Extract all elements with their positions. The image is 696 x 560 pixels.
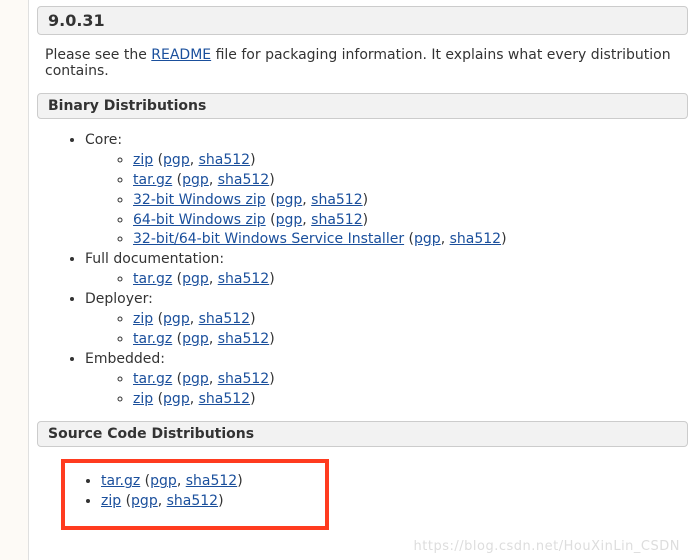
list-item: 32-bit/64-bit Windows Service Installer … xyxy=(133,230,680,249)
source-distributions-heading: Source Code Distributions xyxy=(37,421,688,447)
sha512-link[interactable]: sha512 xyxy=(311,212,362,228)
watermark-text: https://blog.csdn.net/HouXinLin_CSDN xyxy=(414,539,680,554)
sha512-link[interactable]: sha512 xyxy=(311,192,362,208)
pgp-link[interactable]: pgp xyxy=(163,152,190,168)
highlighted-source-box: tar.gz (pgp, sha512) zip (pgp, sha512) xyxy=(61,459,329,530)
list-item: Embedded: tar.gz (pgp, sha512) zip (pgp,… xyxy=(85,350,680,409)
sha512-link[interactable]: sha512 xyxy=(218,371,269,387)
pgp-link[interactable]: pgp xyxy=(276,212,303,228)
list-item: tar.gz (pgp, sha512) xyxy=(101,472,321,491)
download-targz-link[interactable]: tar.gz xyxy=(101,473,140,489)
core-label: Core: xyxy=(85,132,122,148)
download-installer-link[interactable]: 32-bit/64-bit Windows Service Installer xyxy=(133,231,404,247)
download-zip-link[interactable]: zip xyxy=(101,493,121,509)
list-item: tar.gz (pgp, sha512) xyxy=(133,330,680,349)
pgp-link[interactable]: pgp xyxy=(163,311,190,327)
download-zip-link[interactable]: zip xyxy=(133,391,153,407)
binary-distributions-heading: Binary Distributions xyxy=(37,93,688,119)
sha512-link[interactable]: sha512 xyxy=(218,331,269,347)
download-zip-link[interactable]: zip xyxy=(133,311,153,327)
list-item: zip (pgp, sha512) xyxy=(133,310,680,329)
list-item: zip (pgp, sha512) xyxy=(133,151,680,170)
pgp-link[interactable]: pgp xyxy=(182,331,209,347)
embedded-label: Embedded: xyxy=(85,351,165,367)
sha512-link[interactable]: sha512 xyxy=(450,231,501,247)
version-heading: 9.0.31 xyxy=(37,6,688,35)
deployer-label: Deployer: xyxy=(85,291,153,307)
intro-paragraph: Please see the README file for packaging… xyxy=(29,47,696,93)
download-targz-link[interactable]: tar.gz xyxy=(133,331,172,347)
full-doc-label: Full documentation: xyxy=(85,251,224,267)
download-zip-link[interactable]: zip xyxy=(133,152,153,168)
sha512-link[interactable]: sha512 xyxy=(199,152,250,168)
list-item: Core: zip (pgp, sha512) tar.gz (pgp, sha… xyxy=(85,131,680,249)
list-item: tar.gz (pgp, sha512) xyxy=(133,270,680,289)
sha512-link[interactable]: sha512 xyxy=(199,391,250,407)
list-item: tar.gz (pgp, sha512) xyxy=(133,171,680,190)
download-targz-link[interactable]: tar.gz xyxy=(133,271,172,287)
pgp-link[interactable]: pgp xyxy=(414,231,441,247)
readme-link[interactable]: README xyxy=(151,47,211,63)
pgp-link[interactable]: pgp xyxy=(182,172,209,188)
pgp-link[interactable]: pgp xyxy=(182,371,209,387)
list-item: 64-bit Windows zip (pgp, sha512) xyxy=(133,211,680,230)
list-item: zip (pgp, sha512) xyxy=(133,390,680,409)
pgp-link[interactable]: pgp xyxy=(276,192,303,208)
list-item: 32-bit Windows zip (pgp, sha512) xyxy=(133,191,680,210)
list-item: Deployer: zip (pgp, sha512) tar.gz (pgp,… xyxy=(85,290,680,349)
binary-distributions-list: Core: zip (pgp, sha512) tar.gz (pgp, sha… xyxy=(29,131,696,421)
sha512-link[interactable]: sha512 xyxy=(218,271,269,287)
download-targz-link[interactable]: tar.gz xyxy=(133,172,172,188)
list-item: Full documentation: tar.gz (pgp, sha512) xyxy=(85,250,680,289)
download-win64-link[interactable]: 64-bit Windows zip xyxy=(133,212,266,228)
intro-prefix: Please see the xyxy=(45,47,151,63)
pgp-link[interactable]: pgp xyxy=(150,473,177,489)
download-win32-link[interactable]: 32-bit Windows zip xyxy=(133,192,266,208)
sha512-link[interactable]: sha512 xyxy=(218,172,269,188)
binary-heading-text: Binary Distributions xyxy=(48,98,206,114)
version-text: 9.0.31 xyxy=(48,11,105,30)
sha512-link[interactable]: sha512 xyxy=(199,311,250,327)
pgp-link[interactable]: pgp xyxy=(163,391,190,407)
list-item: tar.gz (pgp, sha512) xyxy=(133,370,680,389)
pgp-link[interactable]: pgp xyxy=(182,271,209,287)
source-heading-text: Source Code Distributions xyxy=(48,426,254,442)
download-targz-link[interactable]: tar.gz xyxy=(133,371,172,387)
list-item: zip (pgp, sha512) xyxy=(101,492,321,511)
sha512-link[interactable]: sha512 xyxy=(186,473,237,489)
pgp-link[interactable]: pgp xyxy=(131,493,158,509)
sha512-link[interactable]: sha512 xyxy=(167,493,218,509)
